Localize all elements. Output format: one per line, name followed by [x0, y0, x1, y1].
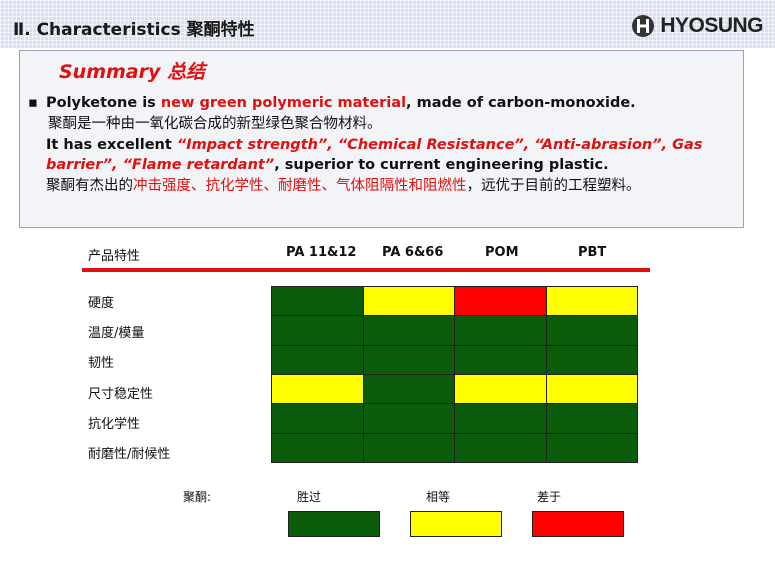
- table-header-label: 产品特性: [88, 249, 141, 264]
- column-header: POM: [485, 245, 519, 260]
- rating-cell: [272, 433, 363, 462]
- rating-cell: [272, 345, 363, 374]
- rating-cell: [546, 287, 637, 316]
- bullet-icon: ▪: [28, 95, 38, 111]
- legend-swatch-equal: [410, 511, 502, 537]
- rating-cell: [363, 345, 454, 374]
- rating-cell: [546, 404, 637, 433]
- row-label: 温度/模量: [88, 326, 145, 341]
- legend-title: 聚酮:: [183, 490, 212, 504]
- rating-cell: [363, 404, 454, 433]
- slide-header: Ⅱ. Characteristics 聚酮特性 HYOSUNG: [0, 0, 775, 48]
- rating-cell: [455, 345, 546, 374]
- header-divider: [82, 268, 650, 272]
- legend-label: 胜过: [297, 490, 322, 504]
- column-header: PA 11&12: [286, 245, 357, 260]
- legend-label: 差于: [537, 490, 562, 504]
- rating-cell: [272, 375, 363, 404]
- logo-text: HYOSUNG: [660, 14, 763, 37]
- row-label: 抗化学性: [88, 417, 141, 432]
- slide-title: Ⅱ. Characteristics 聚酮特性: [13, 20, 255, 40]
- rating-cell: [546, 316, 637, 345]
- rating-cell: [363, 433, 454, 462]
- row-label: 韧性: [88, 356, 115, 371]
- column-header: PA 6&66: [382, 245, 444, 260]
- rating-cell: [455, 433, 546, 462]
- summary-body: ▪ Polyketone is new green polymeric mate…: [28, 93, 726, 197]
- row-label: 硬度: [88, 296, 115, 311]
- rating-cell: [363, 287, 454, 316]
- legend-label: 相等: [426, 490, 451, 504]
- summary-box: Summary 总结 ▪ Polyketone is new green pol…: [19, 50, 744, 228]
- row-label: 耐磨性/耐候性: [88, 447, 171, 462]
- rating-cell: [455, 404, 546, 433]
- hyosung-logo: HYOSUNG: [631, 14, 763, 38]
- comparison-grid: [271, 286, 638, 463]
- rating-cell: [363, 316, 454, 345]
- hyosung-logo-icon: [632, 15, 655, 37]
- summary-line-1: Polyketone is new green polymeric materi…: [46, 95, 636, 111]
- rating-cell: [363, 375, 454, 404]
- summary-line-2: 聚酮是一种由一氧化碳合成的新型绿色聚合物材料。: [48, 115, 382, 132]
- rating-cell: [272, 316, 363, 345]
- legend-swatch-lose: [532, 511, 624, 537]
- summary-title: Summary 总结: [59, 61, 205, 83]
- rating-cell: [455, 316, 546, 345]
- rating-cell: [272, 404, 363, 433]
- legend-swatch-win: [288, 511, 380, 537]
- summary-line-4: 聚酮有杰出的冲击强度、抗化学性、耐磨性、气体阻隔性和阻燃性，远优于目前的工程塑料…: [46, 178, 641, 195]
- rating-cell: [546, 375, 637, 404]
- rating-cell: [546, 433, 637, 462]
- rating-cell: [546, 345, 637, 374]
- rating-cell: [455, 287, 546, 316]
- row-label: 尺寸稳定性: [88, 387, 154, 402]
- rating-cell: [455, 375, 546, 404]
- column-header: PBT: [578, 245, 607, 260]
- summary-line-3: It has excellent “Impact strength”, “Che…: [46, 136, 703, 174]
- rating-cell: [272, 287, 363, 316]
